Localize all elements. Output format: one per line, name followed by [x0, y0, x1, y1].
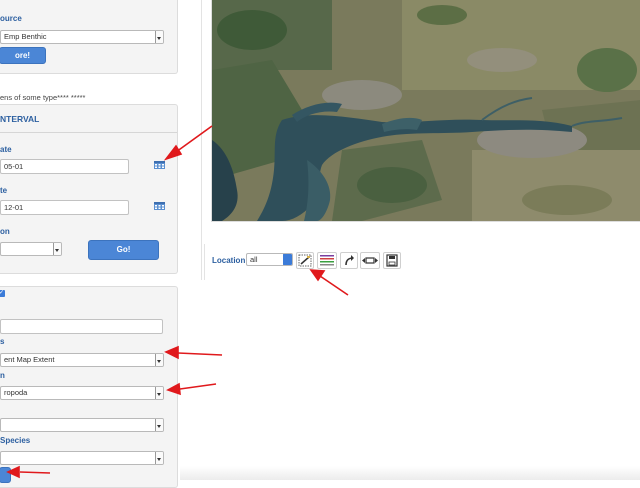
interval-panel: NTERVAL ate 05-01 te 12-01 on Go!: [0, 104, 178, 274]
pan-button[interactable]: [360, 252, 380, 269]
save-button[interactable]: [383, 252, 401, 269]
map-frame: [211, 0, 640, 222]
spinner-icon: [283, 254, 292, 265]
interval-header: NTERVAL: [0, 114, 40, 124]
legend-icon: [320, 255, 334, 266]
chevron-down-icon: [155, 354, 163, 366]
annotation-arrowhead: [309, 269, 326, 282]
legend-button[interactable]: [317, 252, 337, 269]
source-label: ource: [0, 14, 22, 23]
taxon-select[interactable]: ropoda: [0, 386, 164, 400]
satellite-map[interactable]: [212, 0, 640, 221]
annotation-arrow: [319, 275, 349, 296]
start-date-input[interactable]: 05-01: [0, 159, 129, 174]
undo-icon: [345, 255, 354, 266]
annotation-arrow: [175, 125, 213, 153]
submit-button[interactable]: [0, 467, 11, 483]
taxon-select-value: ropoda: [4, 388, 28, 397]
chevron-down-icon: [155, 387, 163, 399]
draw-select-icon: [298, 254, 312, 267]
source-select-value: Emp Benthic: [4, 32, 47, 41]
pan-icon: [362, 257, 378, 264]
bottom-scroll-shadow: [180, 466, 640, 480]
chevron-down-icon: [155, 419, 163, 431]
calendar-icon[interactable]: [154, 161, 165, 169]
annotation-arrow: [177, 352, 223, 356]
species-select[interactable]: [0, 451, 164, 465]
species-label: Species: [0, 436, 31, 445]
location-label: Location: [212, 256, 246, 265]
location-select[interactable]: all: [246, 253, 293, 266]
extent-label: s: [0, 337, 5, 346]
text-filter-input[interactable]: [0, 319, 163, 334]
end-date-input[interactable]: 12-01: [0, 200, 129, 215]
toolbar-divider: [204, 244, 205, 280]
checkbox-checked[interactable]: ✓: [0, 290, 5, 297]
group-select[interactable]: [0, 418, 164, 432]
extent-select-value: ent Map Extent: [4, 355, 55, 364]
go-button[interactable]: Go!: [88, 240, 159, 260]
calendar-icon[interactable]: [154, 202, 165, 210]
chevron-down-icon: [53, 243, 61, 255]
end-date-label: te: [0, 186, 8, 195]
location-select-value: all: [250, 255, 258, 264]
chevron-down-icon: [155, 452, 163, 464]
start-date-label: ate: [0, 145, 12, 154]
draw-select-button[interactable]: [296, 252, 314, 269]
extent-select[interactable]: ent Map Extent: [0, 353, 164, 367]
panel-divider: [201, 0, 202, 280]
aggregation-label: on: [0, 227, 10, 236]
source-panel: ource Emp Benthic ore!: [0, 0, 178, 74]
more-button[interactable]: ore!: [0, 47, 46, 64]
save-icon: [386, 254, 398, 267]
source-select[interactable]: Emp Benthic: [0, 30, 164, 44]
interval-header-divider: [0, 132, 177, 133]
annotation-arrow: [179, 383, 217, 390]
taxon-label: n: [0, 371, 5, 380]
aggregation-select[interactable]: [0, 242, 62, 256]
map-options-panel: ✓ s ent Map Extent n ropoda Species: [0, 286, 178, 488]
chevron-down-icon: [155, 31, 163, 43]
undo-button[interactable]: [340, 252, 358, 269]
filter-note: ens of some type**** *****: [0, 93, 86, 102]
